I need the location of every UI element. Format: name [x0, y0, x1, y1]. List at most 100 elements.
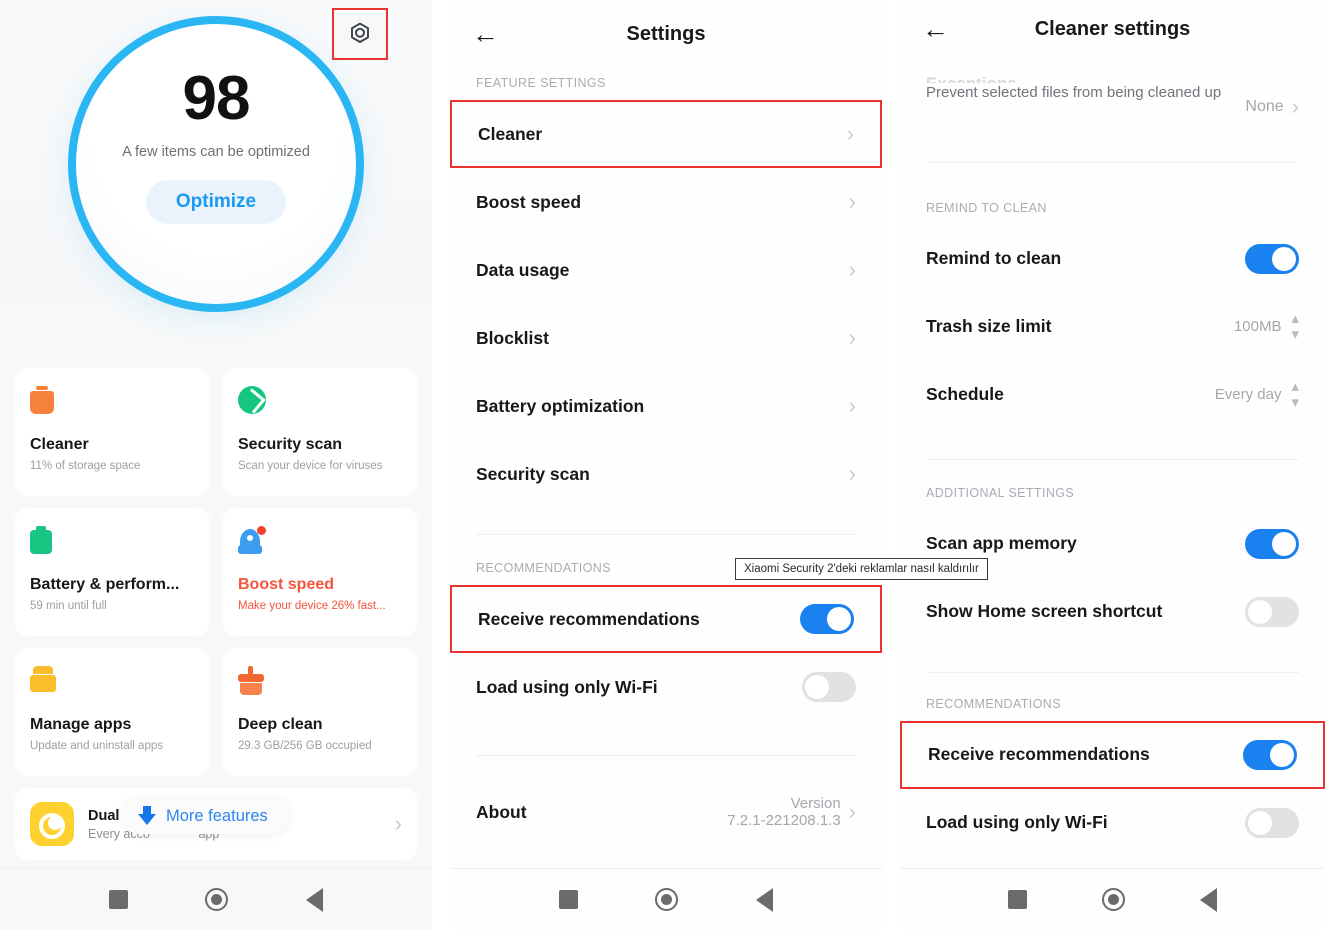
card-title: Security scan: [238, 436, 343, 453]
card-subtitle: Update and uninstall apps: [30, 740, 163, 752]
card-battery-performance[interactable]: Battery & perform... 59 min until full: [14, 508, 210, 636]
shield-check-icon: [238, 386, 266, 414]
settings-item-boost-speed[interactable]: Boost speed ›: [450, 168, 882, 236]
divider: [476, 534, 856, 535]
settings-item-security-scan[interactable]: Security scan ›: [450, 440, 882, 508]
card-icon: [30, 526, 194, 562]
notification-dot-icon: [257, 526, 266, 535]
settings-item-battery-optimization[interactable]: Battery optimization ›: [450, 372, 882, 440]
circle-icon[interactable]: [205, 888, 229, 911]
exceptions-value: None: [1245, 98, 1284, 115]
cleaner-item-label: Scan app memory: [926, 533, 1077, 554]
card-icon: [238, 386, 402, 422]
settings-item-load-using-only-wifi[interactable]: Load using only Wi-Fi: [450, 653, 882, 721]
settings-item-label: Load using only Wi-Fi: [476, 676, 658, 697]
system-navbar: [0, 868, 432, 930]
card-subtitle: 11% of storage space: [30, 460, 141, 472]
exceptions-value-group: None ›: [1245, 96, 1299, 118]
square-icon[interactable]: [558, 890, 578, 909]
card-subtitle: Make your device 26% fast...: [238, 600, 386, 612]
receive-recommendations-toggle[interactable]: [800, 604, 854, 634]
stepper-updown-icon[interactable]: ▴ ▾: [1291, 379, 1299, 410]
card-manage-apps[interactable]: Manage apps Update and uninstall apps: [14, 648, 210, 776]
card-icon: [238, 526, 402, 562]
square-icon[interactable]: [1007, 890, 1027, 909]
remind-to-clean-toggle[interactable]: [1245, 243, 1299, 274]
card-row: Battery & perform... 59 min until full B…: [14, 508, 418, 636]
dual-apps-row[interactable]: Dual ap Every acco app › More features: [14, 788, 418, 860]
settings-gear-button[interactable]: [332, 8, 388, 60]
settings-item-blocklist[interactable]: Blocklist ›: [450, 304, 882, 372]
settings-item-label: Blocklist: [476, 327, 549, 348]
exceptions-description: Prevent selected files from being cleane…: [926, 84, 1222, 101]
about-version-line1: Version: [790, 795, 841, 812]
cleaner-item-show-home-screen-shortcut[interactable]: Show Home screen shortcut: [900, 578, 1325, 646]
cleaner-item-trash-size-limit[interactable]: Trash size limit 100MB ▴ ▾: [900, 293, 1325, 361]
load-using-only-wifi-toggle[interactable]: [802, 672, 856, 702]
more-features-button[interactable]: More features: [122, 798, 290, 834]
settings-item-receive-recommendations[interactable]: Receive recommendations: [450, 585, 882, 653]
settings-item-label: About: [476, 801, 527, 822]
card-row: Cleaner 11% of storage space Security sc…: [14, 368, 418, 496]
stepper-updown-icon[interactable]: ▴ ▾: [1291, 311, 1299, 342]
about-version: Version 7.2.1-221208.1.3: [727, 795, 840, 829]
receive-recommendations-toggle[interactable]: [1243, 739, 1297, 770]
card-boost-speed[interactable]: Boost speed Make your device 26% fast...: [222, 508, 418, 636]
group-label-feature-settings: FEATURE SETTINGS: [476, 76, 606, 90]
scan-app-memory-toggle[interactable]: [1245, 528, 1299, 559]
chevron-right-icon: ›: [848, 325, 856, 350]
show-home-screen-shortcut-toggle[interactable]: [1245, 596, 1299, 627]
triangle-back-icon[interactable]: [756, 887, 774, 912]
square-icon[interactable]: [108, 890, 128, 909]
score-ring: 98 A few items can be optimized Optimize: [68, 16, 364, 312]
cleaner-exceptions-row[interactable]: Exceptions Prevent selected files from b…: [900, 48, 1325, 118]
about-version-line2: 7.2.1-221208.1.3: [727, 812, 841, 829]
settings-screen: ← Settings FEATURE SETTINGS Cleaner › Bo…: [450, 0, 882, 930]
triangle-back-icon[interactable]: [1200, 887, 1218, 912]
card-title: Battery & perform...: [30, 576, 180, 593]
card-subtitle: 29.3 GB/256 GB occupied: [238, 740, 372, 752]
circle-icon[interactable]: [1101, 888, 1125, 911]
card-security-scan[interactable]: Security scan Scan your device for virus…: [222, 368, 418, 496]
cleaner-item-label: Remind to clean: [926, 248, 1062, 269]
card-icon: [30, 386, 194, 422]
chevron-right-icon: ›: [848, 189, 856, 214]
circle-icon[interactable]: [655, 888, 679, 911]
cleaner-item-remind-to-clean[interactable]: Remind to clean: [900, 225, 1325, 293]
panel-gap: [882, 0, 900, 930]
chevron-right-icon: ›: [848, 799, 856, 824]
settings-item-label: Cleaner: [478, 123, 543, 144]
back-arrow-icon[interactable]: ←: [922, 15, 956, 43]
cleaner-item-receive-recommendations[interactable]: Receive recommendations: [900, 720, 1325, 789]
settings-item-label: Battery optimization: [476, 395, 645, 416]
card-icon: [30, 666, 194, 702]
group-label-recommendations: RECOMMENDATIONS: [926, 696, 1061, 711]
triangle-back-icon[interactable]: [306, 887, 324, 912]
settings-item-data-usage[interactable]: Data usage ›: [450, 236, 882, 304]
back-arrow-icon[interactable]: ←: [472, 20, 506, 48]
screenshot-root: 98 A few items can be optimized Optimize…: [0, 0, 1325, 930]
cleaner-item-load-using-only-wifi[interactable]: Load using only Wi-Fi: [900, 789, 1325, 857]
cleaner-item-schedule[interactable]: Schedule Every day ▴ ▾: [900, 361, 1325, 429]
settings-item-cleaner[interactable]: Cleaner ›: [450, 100, 882, 168]
trash-icon: [30, 386, 54, 414]
security-home-screen: 98 A few items can be optimized Optimize…: [0, 0, 432, 930]
card-deep-clean[interactable]: Deep clean 29.3 GB/256 GB occupied: [222, 648, 418, 776]
optimize-button[interactable]: Optimize: [145, 180, 287, 224]
card-row: Manage apps Update and uninstall apps De…: [14, 648, 418, 776]
card-title: Deep clean: [238, 716, 323, 733]
group-label-remind-to-clean: REMIND TO CLEAN: [926, 200, 1047, 215]
chevron-right-icon: ›: [1291, 94, 1299, 119]
browser-tooltip: Xiaomi Security 2'deki reklamlar nasıl k…: [735, 558, 988, 580]
card-subtitle: Scan your device for viruses: [238, 460, 383, 472]
card-cleaner[interactable]: Cleaner 11% of storage space: [14, 368, 210, 496]
schedule-value: Every day: [1214, 386, 1282, 404]
page-title: Settings: [626, 22, 706, 45]
gear-hex-icon: [351, 22, 369, 43]
apps-icon: [30, 666, 56, 692]
settings-item-about[interactable]: About Version 7.2.1-221208.1.3 ›: [450, 778, 882, 846]
cleaner-item-label: Show Home screen shortcut: [926, 601, 1163, 622]
group-label-additional-settings: ADDITIONAL SETTINGS: [926, 485, 1075, 500]
battery-icon: [30, 526, 52, 554]
load-using-only-wifi-toggle[interactable]: [1245, 807, 1299, 838]
